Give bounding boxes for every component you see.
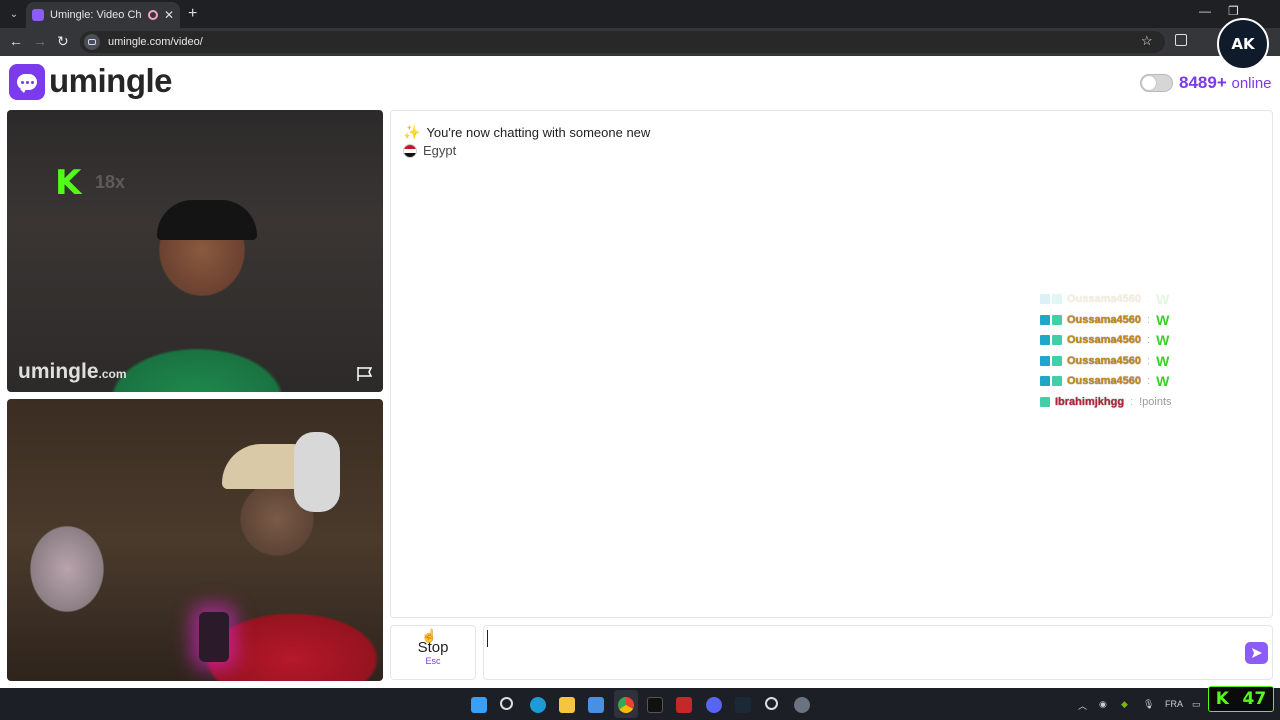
- tab-title: Umingle: Video Chat with S: [50, 9, 142, 21]
- overlay-chat-line: Oussama4560: W: [1040, 289, 1172, 310]
- nvidia-tray-icon[interactable]: ◆: [1121, 699, 1128, 710]
- headphones: [294, 432, 340, 512]
- stranger-cap: [157, 200, 257, 240]
- kick-counter-value: 47: [1242, 689, 1267, 709]
- watermark-brand: umingle: [18, 360, 99, 383]
- windows-start-icon[interactable]: [471, 697, 487, 713]
- text-caret: [487, 630, 488, 647]
- search-icon[interactable]: [500, 697, 513, 710]
- steam-icon[interactable]: [735, 697, 751, 713]
- language-indicator[interactable]: FRA: [1165, 699, 1183, 709]
- system-message: ✨ You're now chatting with someone new: [403, 124, 650, 141]
- tray-chevron-up-icon[interactable]: ︿: [1078, 699, 1087, 712]
- new-tab-button[interactable]: +: [188, 5, 197, 23]
- edge-browser-icon[interactable]: [530, 697, 546, 713]
- message-input[interactable]: [483, 625, 1273, 680]
- overlay-chat-line: Oussama4560: W: [1040, 351, 1172, 372]
- address-url: umingle.com/video/: [108, 36, 203, 48]
- reload-icon[interactable]: ↻: [57, 33, 69, 50]
- kick-counter-icon: K: [1215, 689, 1229, 709]
- mouse-pointer-icon: ☝: [421, 628, 438, 643]
- online-count-number: 8489+: [1179, 73, 1227, 92]
- egypt-flag-icon: [403, 143, 417, 158]
- channel-logo-text: AK: [1231, 35, 1255, 53]
- stream-chat-overlay: Oussama4560: W Oussama4560: W Oussama456…: [1040, 289, 1172, 412]
- chrome-icon[interactable]: [618, 697, 634, 713]
- address-bar[interactable]: umingle.com/video/: [80, 31, 1165, 53]
- discord-icon[interactable]: [706, 697, 722, 713]
- overlay-chat-line: Oussama4560: W: [1040, 310, 1172, 331]
- restore-window-icon[interactable]: ❐: [1228, 4, 1239, 18]
- settings-gear-icon[interactable]: [794, 697, 810, 713]
- recording-indicator-icon: [147, 10, 158, 20]
- back-arrow-icon[interactable]: ←: [9, 33, 23, 49]
- streaming-app-icon[interactable]: [676, 697, 692, 713]
- overlay-chat-line: Oussama4560: W: [1040, 371, 1172, 392]
- obs-icon[interactable]: [765, 697, 778, 710]
- browser-toolbar: ← → ↻ umingle.com/video/ ☆: [0, 28, 1280, 56]
- bookmark-star-icon[interactable]: ☆: [1141, 33, 1153, 49]
- site-info-icon[interactable]: [84, 34, 100, 50]
- file-explorer-icon[interactable]: [559, 697, 575, 713]
- kick-logo-icon: K: [55, 163, 82, 203]
- kick-multiplier-text: 18x: [95, 172, 126, 192]
- browser-tab-active[interactable]: Umingle: Video Chat with S ✕: [26, 2, 180, 28]
- overlay-chat-line: Ibrahimjkhgg: !points: [1040, 392, 1172, 413]
- kick-viewer-counter: K 47: [1208, 686, 1274, 712]
- umingle-logo-icon[interactable]: [9, 64, 45, 100]
- umingle-favicon-icon: [32, 9, 44, 21]
- extensions-icon[interactable]: [1175, 34, 1187, 46]
- self-video: [7, 399, 383, 681]
- tab-close-icon[interactable]: ✕: [164, 8, 174, 22]
- tab-search-chevron-icon[interactable]: ⌄: [6, 6, 22, 22]
- windows-taskbar: ︿ ◉ ◆ 🎙 FRA ▭: [0, 688, 1280, 720]
- stranger-country: Egypt: [403, 143, 456, 158]
- umingle-logo-text[interactable]: umingle: [49, 62, 173, 100]
- microsoft-store-icon[interactable]: [588, 697, 604, 713]
- system-message-text: You're now chatting with someone new: [426, 125, 651, 140]
- discord-tray-icon[interactable]: ◉: [1099, 699, 1107, 710]
- streamer-channel-logo: AK: [1217, 18, 1269, 70]
- stranger-video: K 18x umingle.com: [7, 110, 383, 392]
- overlay-chat-line: Oussama4560: W: [1040, 330, 1172, 351]
- browser-tab-bar: ⌄ Umingle: Video Chat with S ✕ + — ❐: [0, 0, 1280, 28]
- online-count-label: online: [1231, 75, 1272, 92]
- tiktok-icon[interactable]: [647, 697, 663, 713]
- minimize-window-icon[interactable]: —: [1199, 4, 1211, 18]
- send-arrow-icon: [1251, 648, 1262, 658]
- toggle-knob: [1142, 76, 1156, 90]
- network-tray-icon[interactable]: ▭: [1192, 699, 1201, 710]
- watermark-domain: .com: [98, 367, 127, 381]
- send-button[interactable]: [1245, 642, 1268, 664]
- umingle-watermark: umingle.com: [18, 360, 127, 384]
- online-count: 8489+ online: [1179, 73, 1272, 93]
- report-flag-icon[interactable]: [356, 366, 374, 382]
- stop-shortcut-hint: Esc: [425, 656, 441, 666]
- microphone: [199, 612, 229, 662]
- stranger-country-name: Egypt: [423, 143, 457, 158]
- forward-arrow-icon[interactable]: →: [33, 33, 47, 49]
- mode-toggle-switch[interactable]: [1140, 74, 1173, 92]
- sparkles-icon: ✨: [403, 124, 421, 140]
- microphone-tray-icon[interactable]: 🎙: [1143, 699, 1154, 710]
